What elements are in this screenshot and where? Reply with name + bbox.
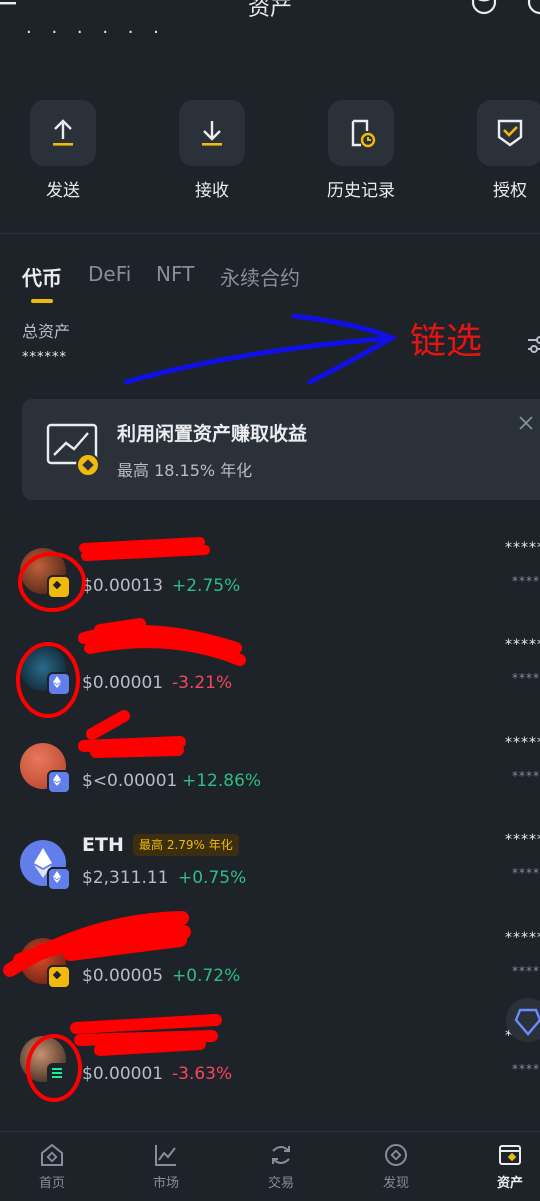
token-price: $2,311.11 <box>82 868 169 888</box>
banner-title: 利用闲置资产赚取收益 <box>117 423 308 445</box>
authorize-icon <box>497 119 523 147</box>
token-balance: ***** <box>505 735 540 751</box>
token-row[interactable]: $0.00001 -3.21% ***** **** <box>0 637 540 735</box>
bnb-chain-icon <box>47 575 71 599</box>
token-price: $0.00005 <box>82 966 164 986</box>
nav-market[interactable]: 市场 <box>126 1142 206 1191</box>
token-value: **** <box>512 866 540 880</box>
annotation-text: 链选 <box>410 321 483 362</box>
total-assets-label: 总资产 <box>22 322 71 341</box>
authorize-label: 授权 <box>493 181 527 201</box>
tab-perpetual[interactable]: 永续合约 <box>220 262 300 291</box>
send-action[interactable]: 发送 <box>29 100 97 220</box>
balance-masked: · · · · · · <box>26 22 166 43</box>
top-bar: 资产 <box>0 0 540 21</box>
nav-market-label: 市场 <box>152 1176 179 1191</box>
page-title: 资产 <box>247 0 292 21</box>
tab-defi[interactable]: DeFi <box>88 262 131 286</box>
globe-icon[interactable] <box>470 0 498 16</box>
token-value: **** <box>512 1062 540 1076</box>
active-tab-indicator <box>31 299 53 303</box>
sol-chain-icon <box>47 1063 71 1087</box>
token-price: $<0.00001 <box>82 771 178 791</box>
token-row[interactable]: $0.00013 +2.75% ***** **** <box>0 540 540 638</box>
authorize-action[interactable]: 授权 <box>476 100 540 220</box>
eth-chain-icon <box>47 770 71 794</box>
receive-label: 接收 <box>195 181 229 201</box>
history-icon <box>351 119 376 148</box>
bottom-nav: 首页 市场 交易 发现 资产 <box>0 1131 540 1201</box>
discover-icon <box>385 1144 407 1166</box>
nav-assets-label: 资产 <box>496 1176 523 1191</box>
token-value: **** <box>512 671 540 685</box>
token-price: $0.00001 <box>82 673 164 693</box>
send-label: 发送 <box>46 181 80 201</box>
bnb-chain-icon <box>47 965 71 989</box>
receive-icon <box>202 121 222 146</box>
close-icon[interactable] <box>518 415 534 431</box>
token-change: +0.72% <box>172 966 241 986</box>
nav-home-label: 首页 <box>38 1176 65 1191</box>
token-change: +12.86% <box>182 771 262 791</box>
market-icon <box>155 1145 176 1166</box>
token-row[interactable]: ETH 最高 2.79% 年化 $2,311.11 +0.75% **** * *… <box>0 832 540 930</box>
token-balance: ***** <box>505 540 540 556</box>
nav-discover-label: 发现 <box>382 1176 409 1191</box>
send-icon <box>53 119 73 146</box>
help-icon[interactable] <box>526 0 540 16</box>
eth-chain-icon <box>47 672 71 696</box>
token-change: +0.75% <box>178 868 247 888</box>
annotation-arrow <box>123 313 398 385</box>
nav-trade-label: 交易 <box>267 1176 294 1191</box>
earn-promo-banner[interactable]: 利用闲置资产赚取收益 最高 18.15% 年化 <box>22 399 540 500</box>
token-change: +2.75% <box>172 576 241 596</box>
token-balance: ***** <box>505 930 540 946</box>
token-balance: ***** <box>505 637 540 653</box>
tab-nft[interactable]: NFT <box>156 262 194 286</box>
token-price: $0.00001 <box>82 1064 164 1084</box>
token-value: **** <box>512 964 540 978</box>
token-change: -3.63% <box>172 1064 233 1084</box>
nav-assets[interactable]: 资产 <box>470 1142 540 1191</box>
home-icon <box>41 1143 63 1166</box>
token-price: $0.00013 <box>82 576 164 596</box>
nav-discover[interactable]: 发现 <box>356 1142 436 1191</box>
section-divider <box>0 233 540 234</box>
eth-chain-icon <box>47 867 71 891</box>
token-value: **** <box>512 769 540 783</box>
token-row[interactable]: $<0.00001 +12.86% ***** **** <box>0 735 540 833</box>
token-value: **** <box>512 574 540 588</box>
apy-badge: 最高 2.79% 年化 <box>133 834 239 856</box>
banner-subtitle: 最高 18.15% 年化 <box>117 461 253 480</box>
receive-action[interactable]: 接收 <box>178 100 246 220</box>
token-row[interactable]: $0.00001 -3.63% ***** **** <box>0 1028 540 1126</box>
assistant-button[interactable] <box>506 998 540 1042</box>
token-name: ETH <box>82 834 124 856</box>
filter-icon[interactable] <box>526 334 540 356</box>
history-label: 历史记录 <box>327 181 395 201</box>
tab-tokens[interactable]: 代币 <box>22 262 62 291</box>
nav-home[interactable]: 首页 <box>12 1142 92 1191</box>
nav-trade[interactable]: 交易 <box>241 1142 321 1191</box>
assets-icon <box>499 1145 521 1165</box>
earn-chart-icon <box>46 423 100 477</box>
history-action[interactable]: 历史记录 <box>327 100 395 220</box>
token-balance: ***** <box>505 832 540 848</box>
token-change: -3.21% <box>172 673 233 693</box>
trade-icon <box>272 1146 290 1164</box>
total-assets-value: ****** <box>22 350 67 365</box>
sparkle-bot-icon <box>514 1008 540 1036</box>
token-row[interactable]: $0.00005 +0.72% ***** **** <box>0 930 540 1028</box>
